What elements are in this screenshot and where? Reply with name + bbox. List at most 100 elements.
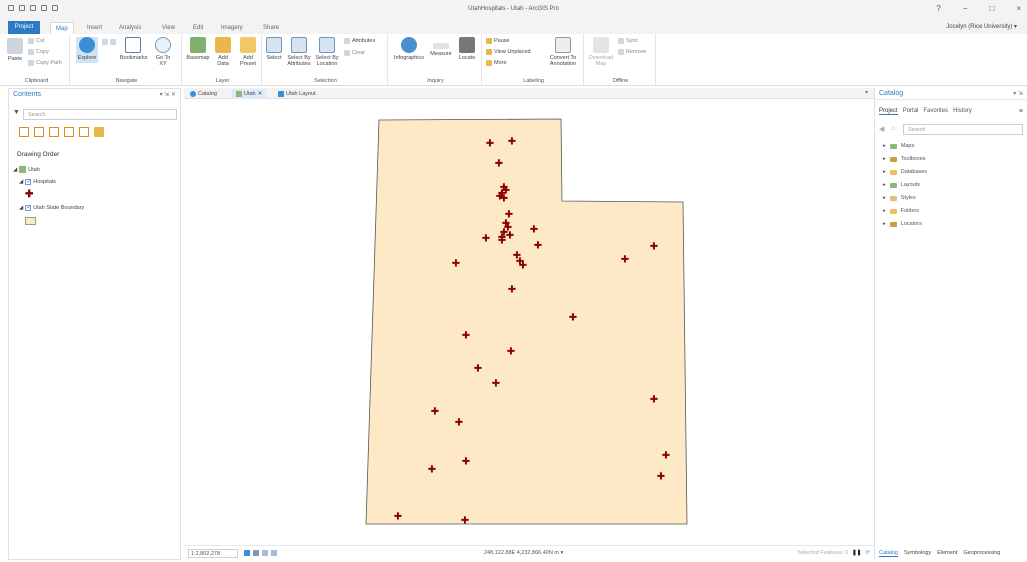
catalog-item-locators[interactable]: ▸ Locators — [883, 221, 922, 227]
tab-list-dropdown-icon[interactable]: ▾ — [865, 89, 868, 96]
minimize-button[interactable]: − — [963, 4, 968, 13]
hospital-marker[interactable]: ✚ — [486, 139, 494, 150]
attributes-button[interactable]: Attributes — [344, 38, 375, 44]
hospital-marker[interactable]: ✚ — [492, 379, 500, 390]
hospital-marker[interactable]: ✚ — [455, 418, 463, 429]
tab-imagery[interactable]: Imagery — [216, 22, 248, 34]
catalog-item-layouts[interactable]: ▸ Layouts — [883, 182, 920, 188]
map-view[interactable]: ✚ ✚ ✚ ✚ ✚ ✚ ✚ ✚ ✚ ✚ ✚ ✚ ✚ ✚ ✚ ✚ ✚ ✚ ✚ ✚ ✚ ✚ ✚ ✚ ✚ ✚ ✚ ✚ ✚ ✚ ✚ ✚ ✚ ✚ ✚ ✚ ✚ ✚ ✚ — [184, 99, 874, 545]
copy-path-button[interactable]: Copy Path — [28, 60, 62, 66]
home-icon[interactable]: ⌂ — [891, 125, 895, 132]
catalog-item-maps[interactable]: ▸ Maps — [883, 143, 914, 149]
catalog-item-styles[interactable]: ▸ Styles — [883, 195, 916, 201]
table-toggle-icon[interactable] — [262, 550, 268, 556]
pause-button[interactable]: Pause — [486, 38, 510, 44]
clear-button[interactable]: Clear — [344, 50, 365, 56]
catalog-menu-icon[interactable]: ≡ — [1019, 108, 1023, 115]
hospital-marker[interactable]: ✚ — [569, 313, 577, 324]
tab-edit[interactable]: Edit — [188, 22, 208, 34]
hospital-marker[interactable]: ✚ — [657, 472, 665, 483]
hospital-marker[interactable]: ✚ — [394, 512, 402, 523]
close-tab-icon[interactable]: ✕ — [258, 91, 263, 97]
subtab-favorites[interactable]: Favorites — [923, 108, 948, 115]
refresh-icon[interactable]: ⟳ — [865, 550, 870, 556]
catalog-item-toolboxes[interactable]: ▸ Toolboxes — [883, 156, 926, 162]
toc-layer-hospitals[interactable]: ◢ Hospitals — [19, 178, 56, 185]
close-button[interactable]: × — [1016, 4, 1021, 13]
cut-button[interactable]: Cut — [28, 38, 45, 44]
hospital-marker[interactable]: ✚ — [462, 331, 470, 342]
pause-drawing-icon[interactable]: ❚❚ — [852, 550, 861, 556]
tab-map[interactable]: Map — [50, 22, 74, 34]
hospital-marker[interactable]: ✚ — [496, 192, 504, 203]
expand-arrow-icon[interactable]: ▸ — [883, 195, 886, 201]
bottom-tab-geoprocessing[interactable]: Geoprocessing — [963, 550, 1000, 557]
select-by-location-button[interactable]: Select By Location — [314, 37, 340, 67]
coordinate-readout[interactable]: 248,122.88E 4,232,866.40N m ▾ — [484, 550, 563, 556]
hospital-marker[interactable]: ✚ — [621, 255, 629, 266]
convert-to-annotation-button[interactable]: Convert To Annotation — [544, 37, 582, 67]
basemap-button[interactable]: Basemap — [186, 37, 210, 61]
tab-catalog-view[interactable]: Catalog — [186, 89, 221, 99]
hospital-symbol-icon[interactable]: ✚ — [25, 189, 33, 200]
tab-project[interactable]: Project — [8, 21, 40, 34]
toc-layer-state-boundary[interactable]: ◢ Utah State Boundary — [19, 204, 84, 211]
copy-button[interactable]: Copy — [28, 49, 49, 55]
hospital-marker[interactable]: ✚ — [662, 451, 670, 462]
hospital-marker[interactable]: ✚ — [482, 234, 490, 245]
select-button[interactable]: Select — [264, 37, 284, 61]
hospital-marker[interactable]: ✚ — [530, 225, 538, 236]
hospital-marker[interactable]: ✚ — [452, 259, 460, 270]
select-by-attributes-button[interactable]: Select By Attributes — [286, 37, 312, 67]
add-data-button[interactable]: Add Data — [212, 37, 234, 67]
constraints-toggle-icon[interactable] — [271, 550, 277, 556]
map-canvas[interactable]: ✚ ✚✚✚✚✚✚✚✚✚✚✚✚✚✚✚ ✚✚✚✚✚✚✚✚✚✚✚✚✚✚✚✚✚✚✚✚✚✚ ✚ — [184, 99, 874, 545]
list-by-snapping-icon[interactable] — [79, 127, 89, 137]
snapping-toggle-icon[interactable] — [253, 550, 259, 556]
download-map-button[interactable]: Download Map — [588, 37, 614, 67]
hospital-marker[interactable]: ✚ — [474, 364, 482, 375]
subtab-project[interactable]: Project — [879, 108, 898, 115]
hospital-marker[interactable]: ✚ — [650, 242, 658, 253]
expand-arrow-icon[interactable]: ▸ — [883, 221, 886, 227]
add-preset-button[interactable]: Add Preset — [236, 37, 260, 67]
hospital-marker[interactable]: ✚ — [461, 516, 469, 527]
list-by-selection-icon[interactable] — [49, 127, 59, 137]
hospital-marker[interactable]: ✚ — [508, 137, 516, 148]
visibility-checkbox[interactable] — [25, 178, 31, 185]
back-icon[interactable]: ◀ — [879, 125, 884, 133]
scale-selector[interactable]: 1:2,802,278 — [188, 549, 238, 558]
selected-features-count[interactable]: Selected Features: 0 — [797, 550, 848, 556]
hospital-marker[interactable]: ✚ — [519, 261, 527, 272]
infographics-button[interactable]: Infographics — [392, 37, 426, 61]
expand-arrow-icon[interactable]: ◢ — [19, 205, 23, 211]
tab-utah-layout[interactable]: Utah Layout — [274, 89, 320, 99]
tab-share[interactable]: Share — [258, 22, 284, 34]
expand-arrow-icon[interactable]: ▸ — [883, 208, 886, 214]
remove-button[interactable]: Remove — [618, 49, 646, 55]
measure-button[interactable]: Measure — [428, 37, 454, 57]
tab-insert[interactable]: Insert — [82, 22, 107, 34]
expand-arrow-icon[interactable]: ▸ — [883, 169, 886, 175]
list-by-labeling-icon[interactable] — [94, 127, 104, 137]
bottom-tab-element[interactable]: Element — [937, 550, 957, 557]
expand-arrow-icon[interactable]: ▸ — [883, 143, 886, 149]
toc-map-utah[interactable]: ◢ Utah — [13, 166, 40, 173]
hospital-marker[interactable]: ✚ — [498, 233, 506, 244]
bottom-tab-catalog[interactable]: Catalog — [879, 550, 898, 557]
list-by-source-icon[interactable] — [34, 127, 44, 137]
expand-arrow-icon[interactable]: ◢ — [13, 167, 17, 173]
filter-icon[interactable]: ▼ — [13, 109, 20, 116]
contents-pane-controls[interactable]: ▾ ⇲ ✕ — [160, 91, 176, 98]
hospital-marker[interactable]: ✚ — [462, 457, 470, 468]
tab-view[interactable]: View — [157, 22, 180, 34]
hospital-marker[interactable]: ✚ — [431, 407, 439, 418]
expand-arrow-icon[interactable]: ◢ — [19, 179, 23, 185]
help-button[interactable]: ? — [936, 4, 940, 13]
zoom-tools[interactable] — [102, 39, 116, 45]
view-unplaced-button[interactable]: View Unplaced — [486, 49, 531, 55]
hospital-marker[interactable]: ✚ — [507, 347, 515, 358]
maximize-button[interactable]: □ — [989, 4, 994, 13]
explore-button[interactable]: Explore — [76, 37, 98, 63]
contents-search-input[interactable]: Search — [23, 109, 177, 120]
